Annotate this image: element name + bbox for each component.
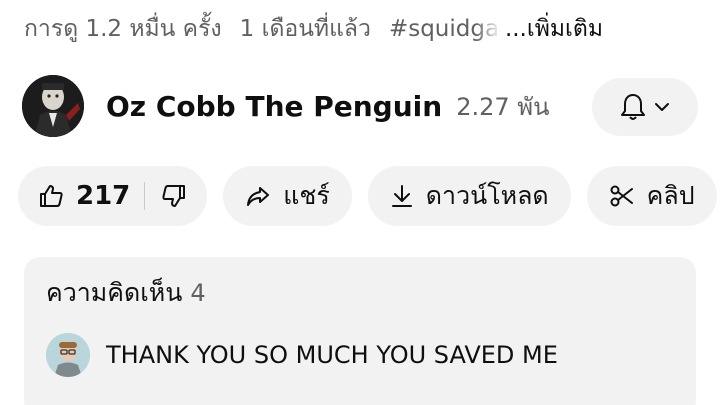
clip-label: คลิป [646,181,695,210]
action-buttons-row: 217 แชร์ ดาวน์โหลด คลิป [18,166,720,226]
like-divider [144,182,146,210]
comment-text: THANK YOU SO MUCH YOU SAVED ME [106,341,558,369]
subscriber-count: 2.27 พัน [456,92,550,121]
chevron-down-icon [655,103,669,111]
comments-title: ความคิดเห็น [46,278,183,307]
upload-age: 1 เดือนที่แล้ว [239,16,371,42]
view-count: การดู 1.2 หมื่น ครั้ง [24,16,222,42]
channel-name[interactable]: Oz Cobb The Penguin [106,90,442,123]
channel-avatar[interactable] [22,75,84,137]
share-arrow-icon [247,187,270,206]
commenter-avatar [46,333,90,377]
scissors-icon [610,185,633,207]
thumbs-down-icon[interactable] [161,183,187,209]
download-label: ดาวน์โหลด [425,181,549,210]
show-more-link[interactable]: ...เพิ่มเติม [505,11,603,47]
comments-count: 4 [190,279,206,307]
penguin-avatar-image [22,75,84,137]
like-count[interactable]: 217 [76,181,130,211]
comments-header: ความคิดเห็น 4 [46,273,206,313]
comments-section[interactable]: ความคิดเห็น 4 THANK YOU SO MUCH YOU SAVED… [24,257,696,405]
commenter-avatar-image [46,333,90,377]
hashtag-link[interactable]: #squidgame [389,16,501,42]
video-meta-line[interactable]: การดู 1.2 หมื่น ครั้ง 1 เดือนที่แล้ว #sq… [24,12,714,46]
download-icon [391,185,412,207]
top-comment[interactable]: THANK YOU SO MUCH YOU SAVED ME [46,333,558,377]
share-label: แชร์ [283,181,330,210]
download-button[interactable]: ดาวน์โหลด [367,166,571,226]
channel-row[interactable]: Oz Cobb The Penguin 2.27 พัน [22,74,698,138]
clip-button[interactable]: คลิป [586,166,717,226]
thumbs-up-icon[interactable] [38,183,64,209]
bell-icon [621,94,645,120]
share-button[interactable]: แชร์ [223,166,352,226]
like-dislike-group: 217 [18,166,208,226]
notification-bell-button[interactable] [592,78,698,136]
